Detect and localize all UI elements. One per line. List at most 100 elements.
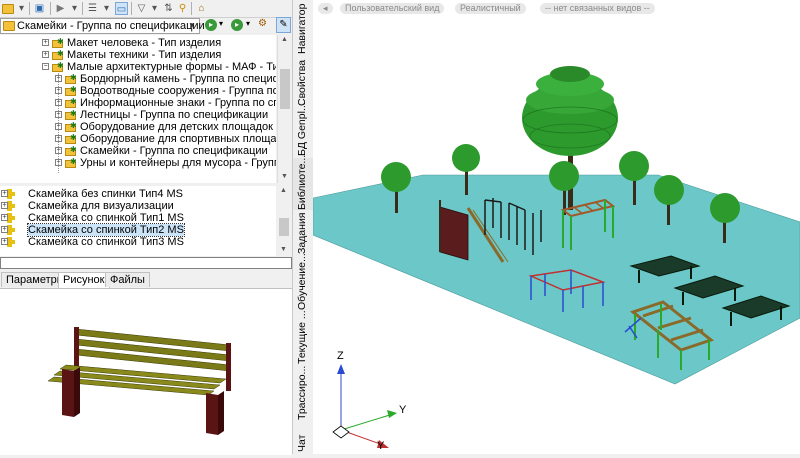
tab-label: Обучение... bbox=[296, 253, 308, 310]
chevron-down-icon[interactable]: ▾ bbox=[15, 2, 28, 15]
play-icon[interactable]: ▶ bbox=[54, 2, 67, 15]
tab-label: Трассиро... bbox=[296, 365, 308, 420]
group-combobox[interactable]: Скамейки - Группа по спецификации ▼ bbox=[0, 18, 205, 34]
folder-icon: ✱ bbox=[65, 73, 78, 84]
chevron-down-icon[interactable]: ▾ bbox=[68, 2, 81, 15]
folder-icon: ✱ bbox=[65, 121, 78, 132]
axis-y2-label: Y bbox=[377, 440, 385, 452]
folder-icon: ✱ bbox=[65, 85, 78, 96]
chevron-down-icon[interactable]: ▼ bbox=[186, 20, 198, 32]
ucs-icon bbox=[332, 364, 397, 448]
tab-picture[interactable]: Рисунок bbox=[58, 272, 110, 288]
go-icon[interactable]: ▸ bbox=[205, 19, 217, 31]
library-tree: + ✱ Макет человека - Тип изделия + ✱ Макеты т… bbox=[0, 35, 276, 183]
next-icon[interactable]: ▸ bbox=[231, 19, 243, 31]
tab-chat[interactable]: Чат bbox=[293, 422, 313, 452]
tab-tracing[interactable]: Трассиро... bbox=[293, 366, 313, 420]
pin-icon[interactable]: ⌂ bbox=[195, 2, 208, 15]
list-item-label: Скамейка для визуализации bbox=[28, 200, 174, 212]
tab-label: Текущие ... bbox=[296, 310, 308, 364]
tree-view-icon[interactable]: ☰ bbox=[86, 2, 99, 15]
tree-item[interactable]: Макет человека - Тип изделия bbox=[67, 37, 221, 49]
expander-icon[interactable]: + bbox=[1, 226, 8, 233]
tree-item[interactable]: Оборудование для спортивных площадок - Г… bbox=[80, 133, 276, 145]
folder-icon[interactable] bbox=[2, 2, 15, 15]
folder-icon bbox=[3, 21, 15, 31]
folder-icon: ✱ bbox=[52, 37, 65, 48]
panel-icon[interactable]: ▭ bbox=[115, 2, 128, 15]
list-scrollbar[interactable]: ▲ ▼ bbox=[277, 186, 292, 256]
tab-navigator[interactable]: Навигатор bbox=[293, 0, 313, 54]
tab-label: Чат bbox=[296, 434, 308, 452]
chevron-down-icon[interactable]: ▾ bbox=[148, 2, 161, 15]
group-combobox-value: Скамейки - Группа по спецификации bbox=[17, 20, 205, 32]
chevron-down-icon[interactable]: ▾ bbox=[100, 2, 113, 15]
expander-icon[interactable]: + bbox=[1, 202, 8, 209]
tree-item[interactable]: Информационные знаки - Группа по специфи… bbox=[80, 97, 276, 109]
tools-icon[interactable]: ⚙ bbox=[258, 18, 271, 32]
folder-icon: ✱ bbox=[52, 61, 65, 72]
tab-label: Задания bbox=[296, 212, 308, 255]
save-icon[interactable]: ▣ bbox=[33, 2, 46, 15]
tree-item[interactable]: Водоотводные сооружения - Группа по спец… bbox=[80, 85, 276, 97]
tab-db-genpl[interactable]: БД Genpl... bbox=[293, 102, 313, 156]
tab-library[interactable]: Библиоте... bbox=[293, 154, 313, 210]
list-item-label: Скамейка со спинкой Тип3 MS bbox=[28, 236, 184, 248]
folder-icon: ✱ bbox=[65, 109, 78, 120]
expander-icon[interactable]: + bbox=[42, 39, 49, 46]
tree-item[interactable]: Оборудование для детских площадок - Груп… bbox=[80, 121, 276, 133]
scene-canvas bbox=[313, 66, 800, 448]
library-panel: ▾ ▣ ▶ ▾ ☰ ▾ ▭ ▽ ▾ ⇅ ⚲ ⌂ Скамейки - Групп… bbox=[0, 0, 293, 455]
expander-icon[interactable]: + bbox=[1, 238, 8, 245]
axis-y-label: Y bbox=[399, 404, 407, 416]
tab-current[interactable]: Текущие ... bbox=[293, 310, 313, 364]
expander-icon[interactable]: + bbox=[42, 51, 49, 58]
tree-item[interactable]: Скамейки - Группа по спецификации bbox=[80, 145, 268, 157]
tree-item[interactable]: Малые архитектурные формы - МАФ - Тип из… bbox=[67, 61, 276, 73]
scroll-up-icon[interactable]: ▲ bbox=[280, 187, 287, 194]
folder-icon: ✱ bbox=[65, 157, 78, 168]
scrollbar-thumb[interactable] bbox=[279, 218, 289, 236]
tab-label: Библиоте... bbox=[296, 154, 308, 210]
tab-label: Свойства bbox=[296, 59, 308, 106]
search-icon[interactable]: ⚲ bbox=[176, 2, 189, 15]
tree-item[interactable]: Лестницы - Группа по спецификации bbox=[80, 109, 268, 121]
tree-item[interactable]: Макеты техники - Тип изделия bbox=[67, 49, 221, 61]
scroll-down-icon[interactable]: ▼ bbox=[281, 173, 288, 180]
preview-area bbox=[0, 288, 292, 455]
filter-icon[interactable]: ▽ bbox=[135, 2, 148, 15]
folder-icon: ✱ bbox=[65, 145, 78, 156]
folder-icon: ✱ bbox=[52, 49, 65, 60]
library-toolbar: ▾ ▣ ▶ ▾ ☰ ▾ ▭ ▽ ▾ ⇅ ⚲ ⌂ bbox=[0, 0, 292, 18]
axis-z-label: Z bbox=[337, 350, 344, 362]
sort-icon[interactable]: ⇅ bbox=[162, 2, 175, 15]
filter-input[interactable] bbox=[0, 257, 292, 269]
3d-viewport[interactable]: ◂ Пользовательский вид Реалистичный -- н… bbox=[313, 0, 800, 454]
element-list: Скамейка без спинки Тип4 MS + Скамейка для… bbox=[0, 186, 276, 256]
scroll-up-icon[interactable]: ▲ bbox=[281, 36, 288, 43]
side-tab-strip: Навигатор Свойства БД Genpl... Библиоте.… bbox=[292, 0, 314, 454]
list-item-label: Скамейка со спинкой Тип2 MS bbox=[27, 223, 185, 237]
bench-preview bbox=[47, 327, 231, 435]
chevron-down-icon[interactable]: ▾ bbox=[246, 19, 250, 28]
chevron-down-icon[interactable]: ▾ bbox=[219, 19, 223, 28]
expander-icon[interactable]: + bbox=[1, 214, 8, 221]
tree-item[interactable]: Урны и контейнеры для мусора - Группа по… bbox=[80, 157, 276, 169]
expander-icon[interactable]: + bbox=[1, 190, 8, 197]
tab-properties[interactable]: Свойства bbox=[293, 56, 313, 106]
tree-scrollbar[interactable]: ▲ ▼ bbox=[277, 35, 293, 183]
preview-tabs: Параметры Рисунок Файлы bbox=[0, 272, 292, 288]
tree-item[interactable]: Бордюрный камень - Группа по спецификаци… bbox=[80, 73, 276, 85]
tab-label: БД Genpl... bbox=[296, 102, 308, 156]
scroll-down-icon[interactable]: ▼ bbox=[280, 246, 287, 253]
tab-training[interactable]: Обучение... bbox=[293, 253, 313, 310]
pin-icon[interactable]: ✎ bbox=[276, 17, 291, 33]
folder-icon: ✱ bbox=[65, 133, 78, 144]
folder-icon: ✱ bbox=[65, 97, 78, 108]
scrollbar-thumb[interactable] bbox=[280, 69, 290, 109]
list-item-label: Скамейка без спинки Тип4 MS bbox=[28, 188, 184, 200]
tab-tasks[interactable]: Задания bbox=[293, 212, 313, 255]
list-item-label: Скамейка со спинкой Тип1 MS bbox=[28, 212, 184, 224]
tab-files[interactable]: Файлы bbox=[105, 272, 150, 287]
expander-icon[interactable]: − bbox=[42, 63, 49, 70]
